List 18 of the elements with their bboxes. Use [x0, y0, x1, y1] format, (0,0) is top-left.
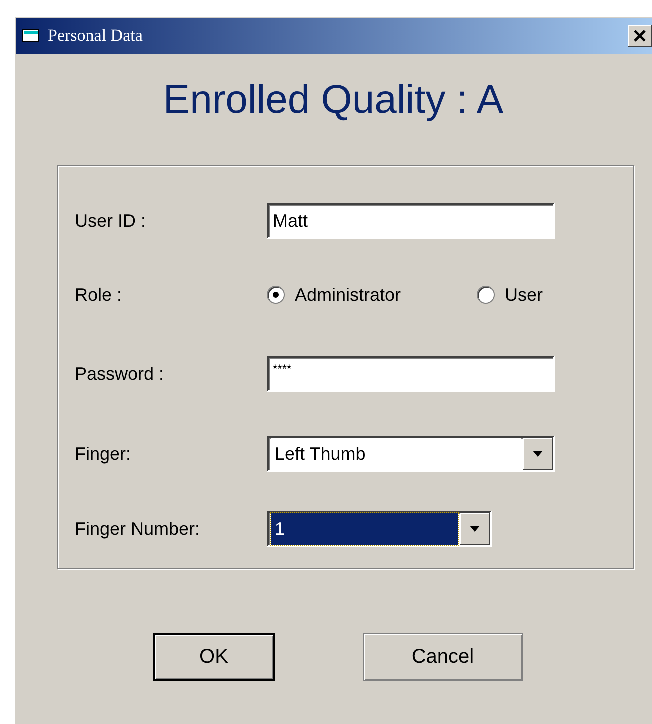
- close-icon: [634, 30, 646, 42]
- cancel-button[interactable]: Cancel: [363, 633, 523, 681]
- radio-option[interactable]: Administrator: [267, 284, 477, 306]
- field-label: Password :: [75, 364, 166, 384]
- dropdown[interactable]: Left Thumb: [267, 436, 555, 472]
- quality-heading: Enrolled Quality : A: [162, 78, 505, 123]
- text-field[interactable]: Matt: [267, 203, 555, 239]
- dropdown[interactable]: 1: [267, 511, 492, 547]
- radio-option[interactable]: User: [477, 284, 567, 306]
- window-title: Personal Data: [48, 26, 144, 46]
- field-label: User ID :: [75, 210, 148, 232]
- close-button[interactable]: [628, 25, 652, 47]
- field-label: Finger:: [75, 444, 132, 464]
- text-field[interactable]: ****: [267, 356, 555, 392]
- field-label: Role :: [75, 284, 124, 306]
- ok-button[interactable]: OK: [153, 633, 275, 681]
- window-icon: [22, 28, 42, 44]
- field-label: Finger Number:: [75, 518, 202, 540]
